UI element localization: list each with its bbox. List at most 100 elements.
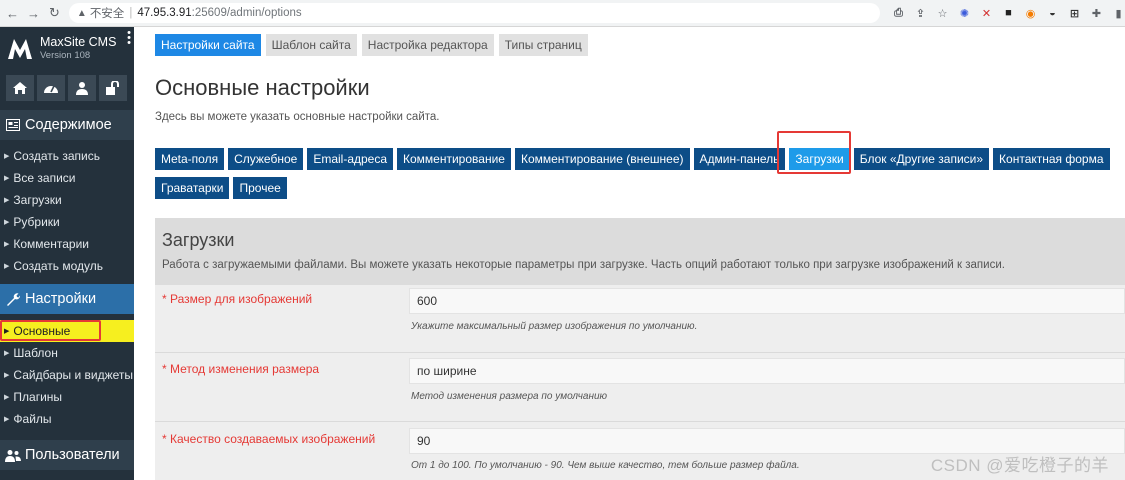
triangle-right-icon: ▶	[4, 350, 10, 357]
address-bar[interactable]: ▲ 不安全 | 47.95.3.91 :25609/admin/options	[68, 3, 880, 23]
highlight-outline	[777, 131, 851, 174]
sidebar-item-create-module[interactable]: ▶ Создать модуль	[0, 255, 134, 277]
sidebar-item-label: Создать запись	[13, 149, 100, 163]
tab-site-template[interactable]: Шаблон сайта	[265, 34, 357, 56]
triangle-right-icon: ▶	[4, 416, 10, 423]
dashboard-icon[interactable]	[37, 75, 65, 101]
section-content[interactable]: Содержимое	[0, 110, 134, 140]
sidebar-item-uploads[interactable]: ▶ Загрузки	[0, 189, 134, 211]
back-icon[interactable]: ←	[4, 4, 21, 22]
subtab-gravatars[interactable]: Граватарки	[155, 177, 230, 199]
sidebar-item-label: Файлы	[13, 412, 52, 426]
settings-subtabs: Meta-поля Служебное Email-адреса Коммент…	[155, 148, 1115, 199]
user-icon[interactable]	[68, 75, 96, 101]
subtab-service[interactable]: Служебное	[228, 148, 304, 170]
url-path: :25609/admin/options	[191, 7, 302, 19]
sidebar-item-categories[interactable]: ▶ Рубрики	[0, 211, 134, 233]
sidepanel-icon[interactable]: ▮	[1112, 7, 1125, 20]
extension-orange-icon[interactable]: ◉	[1024, 7, 1037, 20]
browser-toolbar: ← → ↻ ▲ 不安全 | 47.95.3.91 :25609/admin/op…	[0, 0, 1125, 27]
url-separator: |	[129, 7, 133, 19]
triangle-right-icon: ▶	[4, 197, 10, 204]
sidebar-item-all-posts[interactable]: ▶ Все записи	[0, 167, 134, 189]
users-icon	[5, 448, 21, 462]
content-list-icon	[5, 118, 21, 132]
extension-grid-icon[interactable]: ⊞	[1068, 7, 1081, 20]
bookmark-star-icon[interactable]: ☆	[936, 7, 949, 20]
triangle-right-icon: ▶	[4, 219, 10, 226]
reload-icon[interactable]: ↻	[46, 4, 63, 22]
field-label: * Метод изменения размера	[162, 362, 320, 376]
maxsite-logo-icon	[8, 39, 32, 59]
home-icon[interactable]	[6, 75, 34, 101]
watermark: CSDN @爱吃橙子的羊	[930, 456, 1109, 475]
admin-sidebar: MaxSite CMS Version 108 • • • Содержимое ▶…	[0, 27, 134, 480]
puzzle-icon[interactable]: ✚	[1090, 7, 1103, 20]
sidebar-item-plugins[interactable]: ▶ Плагины	[0, 386, 134, 408]
subtab-email-addresses[interactable]: Email-адреса	[307, 148, 394, 170]
translate-icon[interactable]: ⎙	[892, 7, 905, 20]
sidebar-item-create-post[interactable]: ▶ Создать запись	[0, 145, 134, 167]
extension-x-icon[interactable]: ✕	[980, 7, 993, 20]
wrench-icon	[5, 292, 21, 306]
more-menu-icon[interactable]: • • •	[127, 28, 131, 49]
sidebar-item-sidebars-widgets[interactable]: ▶ Сайдбары и виджеты	[0, 364, 134, 386]
field-hint: Метод изменения размера по умолчанию	[411, 391, 608, 402]
warning-icon: ▲	[76, 7, 87, 19]
highlight-outline	[0, 320, 101, 341]
section-users[interactable]: Пользователи	[0, 440, 134, 470]
sidebar-item-comments[interactable]: ▶ Комментарии	[0, 233, 134, 255]
uploads-panel: Загрузки Работа с загружаемыми файлами. …	[155, 218, 1125, 480]
subtab-contact-form[interactable]: Контактная форма	[993, 148, 1110, 170]
subtab-other-posts-block[interactable]: Блок «Другие записи»	[853, 148, 990, 170]
divider	[155, 352, 1125, 353]
brand-name: MaxSite CMS	[40, 35, 117, 49]
tab-site-settings[interactable]: Настройки сайта	[155, 34, 261, 56]
brand[interactable]: MaxSite CMS Version 108 • • •	[0, 27, 134, 69]
subtab-misc[interactable]: Прочее	[233, 177, 287, 199]
resize-method-input[interactable]: по ширине	[409, 358, 1125, 384]
extension-eye-icon[interactable]: ◒	[1046, 7, 1059, 20]
panel-description: Работа с загружаемыми файлами. Вы можете…	[162, 259, 1005, 271]
triangle-right-icon: ▶	[4, 372, 10, 379]
security-label: 不安全	[89, 8, 125, 20]
divider	[155, 421, 1125, 422]
page-description: Здесь вы можете указать основные настрой…	[155, 111, 440, 123]
quick-icons	[0, 69, 134, 107]
panel-header: Загрузки Работа с загружаемыми файлами. …	[155, 218, 1125, 285]
sidebar-item-files[interactable]: ▶ Файлы	[0, 408, 134, 430]
content-menu: ▶ Создать запись ▶ Все записи ▶ Загрузки ▶ Р…	[0, 140, 134, 277]
subtab-commenting-external[interactable]: Комментирование (внешнее)	[514, 148, 690, 170]
sidebar-item-label: Загрузки	[13, 193, 62, 207]
triangle-right-icon: ▶	[4, 153, 10, 160]
sidebar-item-template[interactable]: ▶ Шаблон	[0, 342, 134, 364]
main-content: Настройки сайта Шаблон сайта Настройка р…	[155, 27, 1125, 480]
triangle-right-icon: ▶	[4, 263, 10, 270]
panel-title: Загрузки	[162, 230, 235, 250]
top-tabs: Настройки сайта Шаблон сайта Настройка р…	[155, 34, 588, 56]
extension-square-icon[interactable]: ■	[1002, 7, 1015, 20]
extension-blue-icon[interactable]: ✺	[958, 7, 971, 20]
section-users-label: Пользователи	[25, 447, 120, 463]
page-title: Основные настройки	[155, 75, 370, 100]
triangle-right-icon: ▶	[4, 241, 10, 248]
tab-editor-settings[interactable]: Настройка редактора	[361, 34, 494, 56]
tab-page-types[interactable]: Типы страниц	[498, 34, 588, 56]
share-icon[interactable]: ⇪	[914, 7, 927, 20]
url-host: 47.95.3.91	[137, 7, 192, 19]
sidebar-item-main-settings[interactable]: ▶ Основные	[0, 320, 134, 342]
forward-icon[interactable]: →	[25, 4, 42, 22]
field-hint: От 1 до 100. По умолчанию - 90. Чем выше…	[411, 460, 800, 471]
field-hint: Укажите максимальный размер изображения …	[411, 321, 698, 332]
sidebar-item-label: Все записи	[13, 171, 76, 185]
subtab-admin-panel[interactable]: Админ-панель	[693, 148, 786, 170]
section-settings[interactable]: Настройки	[0, 284, 134, 314]
unlock-icon[interactable]	[99, 75, 127, 101]
extension-toolbar: ⎙ ⇪ ☆ ✺ ✕ ■ ◉ ◒ ⊞ ✚ ▮	[892, 7, 1125, 20]
triangle-right-icon: ▶	[4, 394, 10, 401]
subtab-commenting[interactable]: Комментирование	[397, 148, 511, 170]
image-size-input[interactable]: 600	[409, 288, 1125, 314]
settings-menu: ▶ Основные ▶ Шаблон ▶ Сайдбары и виджеты ▶ П…	[0, 314, 134, 430]
subtab-meta-fields[interactable]: Meta-поля	[155, 148, 225, 170]
sidebar-item-label: Комментарии	[13, 237, 89, 251]
